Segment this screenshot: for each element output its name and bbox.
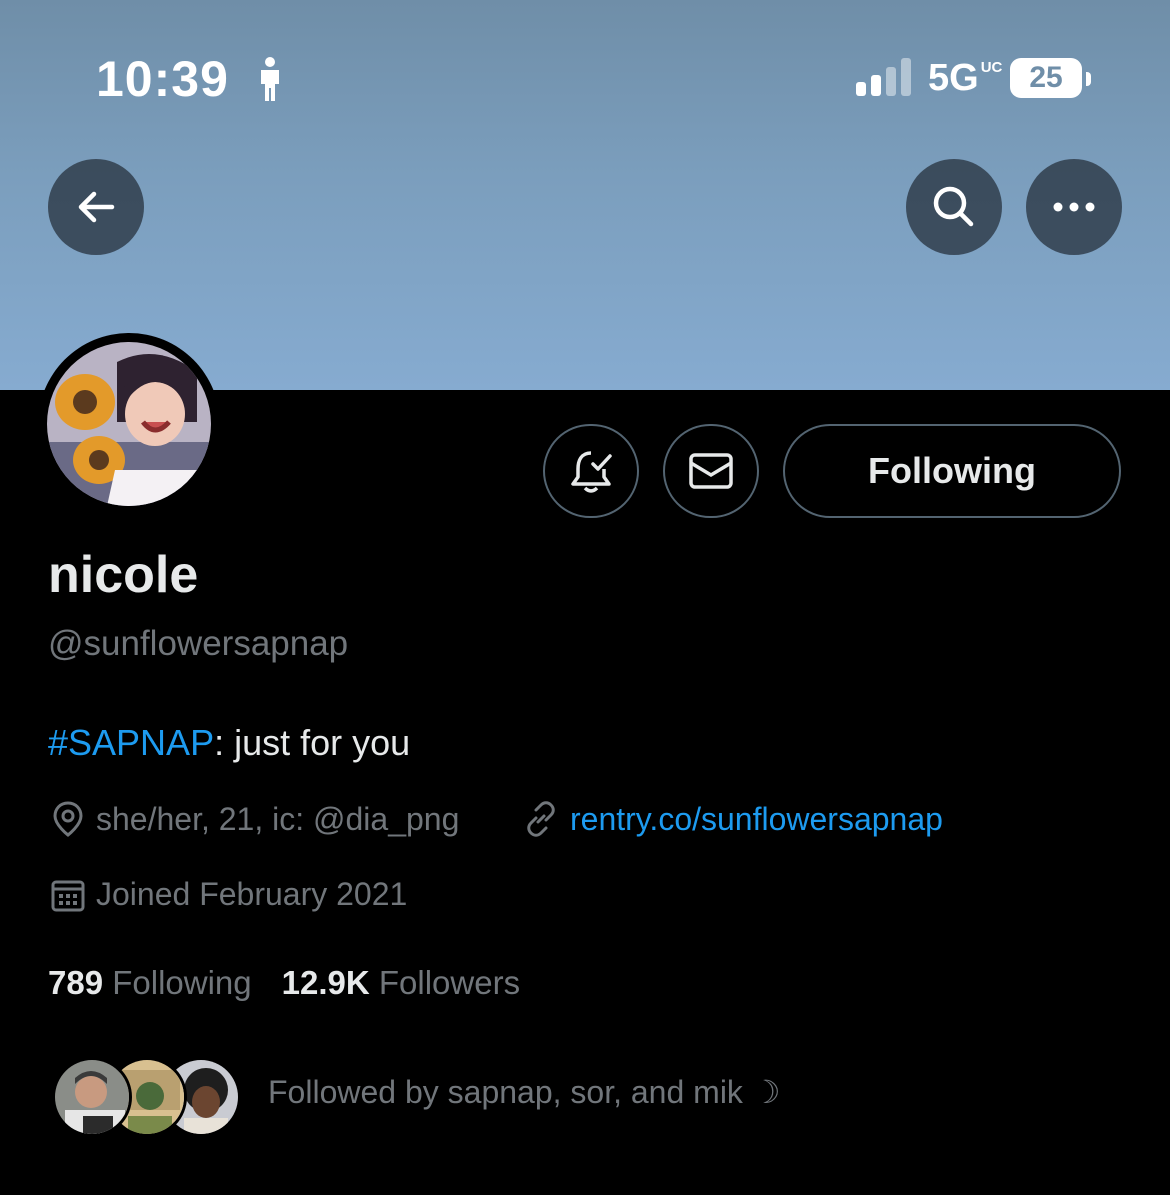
message-button[interactable] [663, 424, 759, 518]
avatar-image [47, 342, 211, 506]
search-button[interactable] [906, 159, 1002, 255]
display-name: nicole [48, 546, 199, 604]
joined-text: Joined February 2021 [96, 876, 408, 912]
follow-stats: 789 Following 12.9K Followers [48, 964, 520, 1002]
notifications-button[interactable] [543, 424, 639, 518]
following-stat-link[interactable]: 789 Following [48, 964, 252, 1002]
network-suffix: UC [980, 59, 1003, 76]
person-icon [261, 57, 279, 101]
location-text: she/her, 21, ic: @dia_png [96, 800, 460, 837]
bell-check-icon [571, 451, 612, 493]
more-options-button[interactable] [1026, 159, 1122, 255]
more-horizontal-icon [1053, 202, 1095, 212]
location-pin-icon [53, 801, 83, 837]
arrow-left-icon [78, 191, 115, 223]
followers-stat-link[interactable]: 12.9K Followers [282, 964, 520, 1002]
bio-hashtag-link[interactable]: #SAPNAP [48, 722, 214, 763]
network-type: 5G [928, 57, 979, 99]
profile-handle: @sunflowersapnap [48, 624, 349, 663]
website-item[interactable]: rentry.co/sunflowersapnap [522, 800, 943, 838]
calendar-icon [51, 880, 85, 911]
profile-bio: #SAPNAP: just for you [48, 722, 410, 764]
battery-nub [1086, 72, 1091, 86]
location-item: she/her, 21, ic: @dia_png [50, 800, 459, 838]
bio-text: : just for you [214, 722, 411, 763]
envelope-icon [689, 453, 733, 489]
link-icon [527, 801, 555, 837]
following-count: 789 [48, 964, 104, 1001]
signal-icon [856, 58, 911, 96]
following-label: Following [112, 964, 252, 1001]
followers-label: Followers [378, 964, 521, 1001]
website-link[interactable]: rentry.co/sunflowersapnap [570, 801, 943, 838]
followers-count: 12.9K [281, 964, 370, 1001]
network-indicator: 5G UC [928, 57, 1003, 100]
status-time: 10:39 [96, 51, 229, 107]
followed-by-text[interactable]: Followed by sapnap, sor, and mik ☽ [268, 1073, 781, 1111]
joined-item: Joined February 2021 [50, 876, 407, 913]
follower-avatar[interactable] [52, 1057, 132, 1137]
following-button[interactable]: Following [783, 424, 1121, 518]
battery-indicator: 25 [1010, 58, 1082, 98]
search-icon [933, 186, 974, 227]
back-button[interactable] [48, 159, 144, 255]
profile-avatar[interactable] [38, 333, 220, 515]
status-bar: 10:39 5G UC 25 [0, 0, 1170, 150]
